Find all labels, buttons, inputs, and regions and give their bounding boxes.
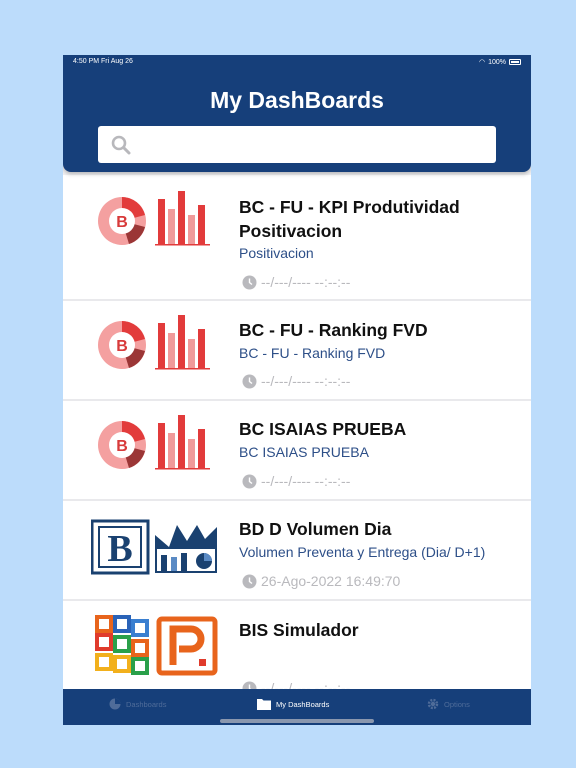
dashboard-subtitle: Positivacion bbox=[239, 245, 314, 261]
search-input[interactable] bbox=[98, 126, 496, 163]
svg-text:B: B bbox=[116, 438, 128, 455]
svg-text:B: B bbox=[107, 528, 132, 570]
app-window: 4:50 PM Fri Aug 26 ◠ 100% My DashBoards bbox=[63, 55, 531, 725]
battery-icon bbox=[509, 59, 521, 65]
tab-label: Dashboards bbox=[126, 699, 167, 709]
svg-text:B: B bbox=[116, 338, 128, 355]
tab-label: Options bbox=[444, 699, 470, 709]
pie-bar-chart-b-logo: B bbox=[98, 315, 210, 370]
dashboard-title: BC ISAIAS PRUEBA bbox=[239, 419, 407, 439]
dashboard-subtitle: Volumen Preventa y Entrega (Dia/ D+1) bbox=[239, 544, 486, 560]
dashboard-date-text: 26-Ago-2022 16:49:70 bbox=[261, 573, 401, 589]
dashboard-date-text: --/---/---- --:--:-- bbox=[261, 373, 351, 389]
pie-bar-chart-b-logo: B bbox=[98, 191, 210, 246]
tab-dashboards[interactable]: Dashboards bbox=[109, 689, 166, 719]
gear-icon bbox=[427, 698, 439, 710]
colorful-puzzle-p-logo bbox=[95, 615, 218, 676]
dashboard-date: 26-Ago-2022 16:49:70 bbox=[242, 573, 400, 589]
dashboard-date-text: --/---/---- --:--:-- bbox=[261, 274, 351, 290]
dashboard-date: --/---/---- --:--:-- bbox=[242, 373, 350, 389]
tab-options[interactable]: Options bbox=[427, 689, 470, 719]
home-indicator[interactable] bbox=[220, 719, 374, 723]
clock-icon bbox=[242, 574, 257, 588]
dashboard-title: BC - FU - Ranking FVD bbox=[239, 320, 428, 340]
page-title: My DashBoards bbox=[210, 87, 384, 113]
dashboard-subtitle: BC - FU - Ranking FVD bbox=[239, 345, 386, 361]
list-item[interactable]: B BC - FU - KPI Produtividad Positivacio… bbox=[63, 175, 531, 299]
dashboard-title: BD D Volumen Dia bbox=[239, 519, 392, 539]
battery-percent: 100% bbox=[488, 58, 506, 66]
clock-icon bbox=[242, 474, 257, 488]
dashboard-subtitle: BC ISAIAS PRUEBA bbox=[239, 444, 369, 460]
status-time: 4:50 PM Fri Aug 26 bbox=[73, 58, 133, 65]
list-item[interactable]: B BD D Volumen Dia Volumen Preventa y En… bbox=[63, 501, 531, 599]
folder-icon bbox=[257, 699, 271, 710]
list-item[interactable]: BIS Simulador --/---/---- --:--:-- bbox=[63, 601, 531, 696]
search-icon bbox=[111, 135, 131, 155]
status-bar: 4:50 PM Fri Aug 26 ◠ 100% bbox=[63, 55, 531, 69]
tab-label: My DashBoards bbox=[276, 699, 330, 709]
list-item[interactable]: B BC ISAIAS PRUEBA BC ISAIAS PRUEBA --/-… bbox=[63, 401, 531, 499]
list-item[interactable]: B BC - FU - Ranking FVD BC - FU - Rankin… bbox=[63, 301, 531, 399]
clock-icon bbox=[242, 275, 257, 289]
status-indicators: ◠ 100% bbox=[479, 58, 521, 66]
dashboard-date-text: --/---/---- --:--:-- bbox=[261, 473, 351, 489]
dashboard-date: --/---/---- --:--:-- bbox=[242, 473, 350, 489]
header: 4:50 PM Fri Aug 26 ◠ 100% My DashBoards bbox=[63, 55, 531, 172]
svg-text:B: B bbox=[116, 214, 128, 231]
clock-icon bbox=[242, 374, 257, 388]
pie-chart-icon bbox=[109, 698, 121, 710]
tab-bar: Dashboards My DashBoards Options bbox=[63, 689, 531, 725]
dashboard-title: BC - FU - KPI Produtividad Positivacion bbox=[239, 197, 460, 241]
pie-bar-chart-b-logo: B bbox=[98, 415, 210, 470]
dashboard-title: BIS Simulador bbox=[239, 620, 359, 640]
tab-my-dashboards[interactable]: My DashBoards bbox=[257, 689, 329, 719]
b-factory-logo: B bbox=[91, 519, 217, 575]
wifi-icon: ◠ bbox=[478, 59, 486, 66]
dashboard-date: --/---/---- --:--:-- bbox=[242, 274, 350, 290]
